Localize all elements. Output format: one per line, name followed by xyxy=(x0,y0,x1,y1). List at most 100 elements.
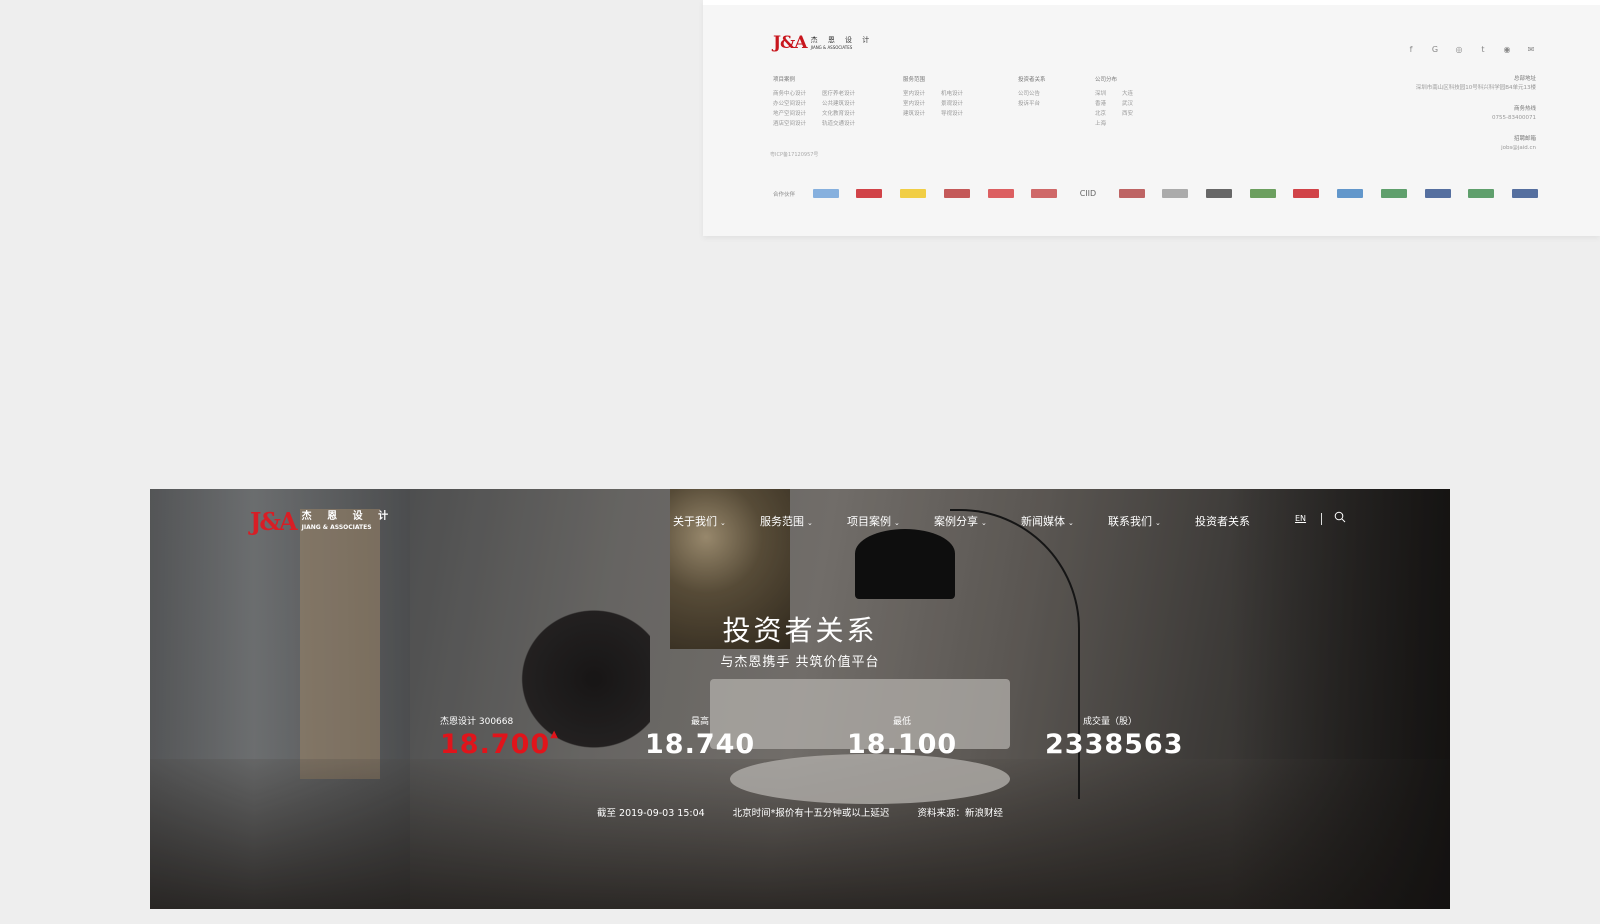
quote-timestamp: 截至 2019-09-03 15:04 xyxy=(597,808,705,819)
partner-logo[interactable] xyxy=(1468,189,1495,198)
quote-source: 资料来源：新浪财经 xyxy=(917,808,1003,819)
chevron-down-icon: ⌄ xyxy=(807,519,813,527)
nav-item-about[interactable]: 关于我们 ⌄ xyxy=(673,513,760,529)
language-switch[interactable]: EN xyxy=(1295,514,1306,523)
partner-logo[interactable] xyxy=(987,189,1014,198)
partner-logo[interactable] xyxy=(856,189,883,198)
contact-email[interactable]: jobs@jaid.cn xyxy=(1416,144,1536,153)
stock-volume: 成交量（股） 2338563 xyxy=(1045,714,1184,760)
footer-logo[interactable]: J&A 杰 恩 设 计 JIANG & ASSOCIATES xyxy=(773,33,873,53)
quote-delay-note: 北京时间*报价有十五分钟或以上延迟 xyxy=(732,808,890,819)
partner-logo[interactable] xyxy=(1424,189,1451,198)
chevron-down-icon: ⌄ xyxy=(1155,519,1161,527)
footer-link[interactable]: 室内设计 xyxy=(903,89,925,99)
partner-logo[interactable] xyxy=(900,189,927,198)
social-links: f G ◎ t ◉ ✉ xyxy=(1406,45,1536,54)
footer-link[interactable]: 轨道交通设计 xyxy=(822,119,855,129)
partner-logo[interactable] xyxy=(1206,189,1233,198)
partner-logo[interactable] xyxy=(1118,189,1145,198)
chevron-down-icon: ⌄ xyxy=(720,519,726,527)
footer-col-heading: 投资者关系 xyxy=(1018,77,1046,83)
page-subtitle: 与杰恩携手 共筑价值平台 xyxy=(720,655,880,670)
logo-cn: 杰 恩 设 计 xyxy=(810,35,874,44)
search-icon[interactable] xyxy=(1334,511,1346,523)
contact-heading: 商务热线 xyxy=(1513,106,1536,112)
footer-link[interactable]: 深圳 xyxy=(1095,89,1106,99)
footer-link[interactable]: 上海 xyxy=(1095,119,1106,129)
stat-label: 最高 xyxy=(690,717,709,727)
footer-link[interactable]: 香港 xyxy=(1095,99,1106,109)
header-divider xyxy=(1321,513,1322,525)
footer-link[interactable]: 建筑设计 xyxy=(903,109,925,119)
footer-link[interactable]: 文化教育设计 xyxy=(822,109,855,119)
partner-logo[interactable] xyxy=(812,189,839,198)
page-title: 投资者关系 xyxy=(722,614,878,647)
footer-col-heading: 服务范围 xyxy=(903,77,926,83)
partner-logo[interactable] xyxy=(1511,189,1538,198)
chevron-down-icon: ⌄ xyxy=(894,519,900,527)
stock-low: 最低 18.100 xyxy=(847,714,957,760)
contact-phone[interactable]: 0755-83400071 xyxy=(1416,114,1536,123)
stock-code-label: 杰恩设计 300668 xyxy=(440,717,514,727)
footer-link[interactable]: 室内设计 xyxy=(903,99,925,109)
partner-logo[interactable] xyxy=(1162,189,1189,198)
logo-en: JIANG & ASSOCIATES xyxy=(301,524,372,531)
wechat-icon[interactable]: ✉ xyxy=(1526,45,1536,54)
contact-address: 深圳市南山区科技园10号科兴科学园B4单元13楼 xyxy=(1415,85,1536,91)
footer-col-investors: 投资者关系 公司公告 投诉平台 xyxy=(1018,75,1046,109)
nav-item-news[interactable]: 新闻媒体 ⌄ xyxy=(1021,513,1108,529)
footer-link[interactable]: 办公空间设计 xyxy=(773,99,806,109)
partner-logo[interactable] xyxy=(1249,189,1276,198)
site-footer-preview: J&A 杰 恩 设 计 JIANG & ASSOCIATES f G ◎ t ◉… xyxy=(703,0,1600,236)
hero-overlay xyxy=(150,489,1450,909)
investor-relations-hero: J&A 杰 恩 设 计 JIANG & ASSOCIATES 关于我们 ⌄ 服务范… xyxy=(150,489,1450,909)
partners-label: 合作伙伴 xyxy=(773,191,796,198)
chevron-down-icon: ⌄ xyxy=(981,519,987,527)
footer-link[interactable]: 酒店空间设计 xyxy=(773,119,806,129)
stat-label: 成交量（股） xyxy=(1082,717,1137,727)
nav-item-services[interactable]: 服务范围 ⌄ xyxy=(760,513,847,529)
footer-link[interactable]: 西安 xyxy=(1122,109,1133,119)
stat-value: 2338563 xyxy=(1045,729,1184,760)
footer-link[interactable]: 投诉平台 xyxy=(1018,99,1040,109)
footer-col-offices: 公司分布 深圳 大连 香港 武汉 北京 西安 上海 xyxy=(1095,75,1133,129)
logo-mark: J&A xyxy=(773,33,808,53)
partner-logo[interactable] xyxy=(1380,189,1407,198)
partner-logo[interactable] xyxy=(1337,189,1364,198)
nav-item-contact[interactable]: 联系我们 ⌄ xyxy=(1108,513,1195,529)
logo-cn: 杰 恩 设 计 xyxy=(301,511,395,522)
weibo-icon[interactable]: ◉ xyxy=(1502,45,1512,54)
nav-item-investors[interactable]: 投资者关系 xyxy=(1195,513,1282,529)
partner-logo[interactable] xyxy=(1293,189,1320,198)
footer-link[interactable]: 武汉 xyxy=(1122,99,1133,109)
partner-logo[interactable]: CIID xyxy=(1075,189,1101,198)
twitter-icon[interactable]: t xyxy=(1478,45,1488,54)
footer-link[interactable]: 北京 xyxy=(1095,109,1106,119)
main-nav: 关于我们 ⌄ 服务范围 ⌄ 项目案例 ⌄ 案例分享 ⌄ 新闻媒体 ⌄ 联系我们 ⌄ 投资者关… xyxy=(673,513,1282,529)
footer-contact: 总部地址 深圳市南山区科技园10号科兴科学园B4单元13楼 商务热线 0755-… xyxy=(1416,75,1536,153)
footer-link[interactable]: 导视设计 xyxy=(941,109,963,119)
icp-record[interactable]: 粤ICP备17120957号 xyxy=(770,151,818,158)
footer-link[interactable]: 大连 xyxy=(1122,89,1133,99)
google-icon[interactable]: G xyxy=(1430,45,1440,54)
footer-link[interactable]: 公共建筑设计 xyxy=(822,99,855,109)
footer-col-heading: 项目案例 xyxy=(773,77,796,83)
footer-link[interactable]: 景观设计 xyxy=(941,99,963,109)
nav-item-projects[interactable]: 项目案例 ⌄ xyxy=(847,513,934,529)
facebook-icon[interactable]: f xyxy=(1406,45,1416,54)
footer-link[interactable]: 地产空间设计 xyxy=(773,109,806,119)
footer-link[interactable]: 公司公告 xyxy=(1018,89,1040,99)
header-logo[interactable]: J&A 杰 恩 设 计 JIANG & ASSOCIATES xyxy=(250,507,394,536)
stock-price: 杰恩设计 300668 18.700▲ xyxy=(440,714,559,760)
footer-link[interactable]: 商务中心设计 xyxy=(773,89,806,99)
nav-item-case-share[interactable]: 案例分享 ⌄ xyxy=(934,513,1021,529)
partner-logo[interactable] xyxy=(1031,189,1058,198)
footer-col-services: 服务范围 室内设计 机电设计 室内设计 景观设计 建筑设计 导视设计 xyxy=(903,75,963,119)
footer-link[interactable]: 机电设计 xyxy=(941,89,963,99)
stat-label: 最低 xyxy=(892,717,911,727)
trend-up-icon: ▲ xyxy=(550,729,559,740)
partner-logo[interactable] xyxy=(943,189,970,198)
partner-logos: 合作伙伴 CIID xyxy=(773,189,1538,198)
footer-link[interactable]: 医疗养老设计 xyxy=(822,89,855,99)
instagram-icon[interactable]: ◎ xyxy=(1454,45,1464,54)
